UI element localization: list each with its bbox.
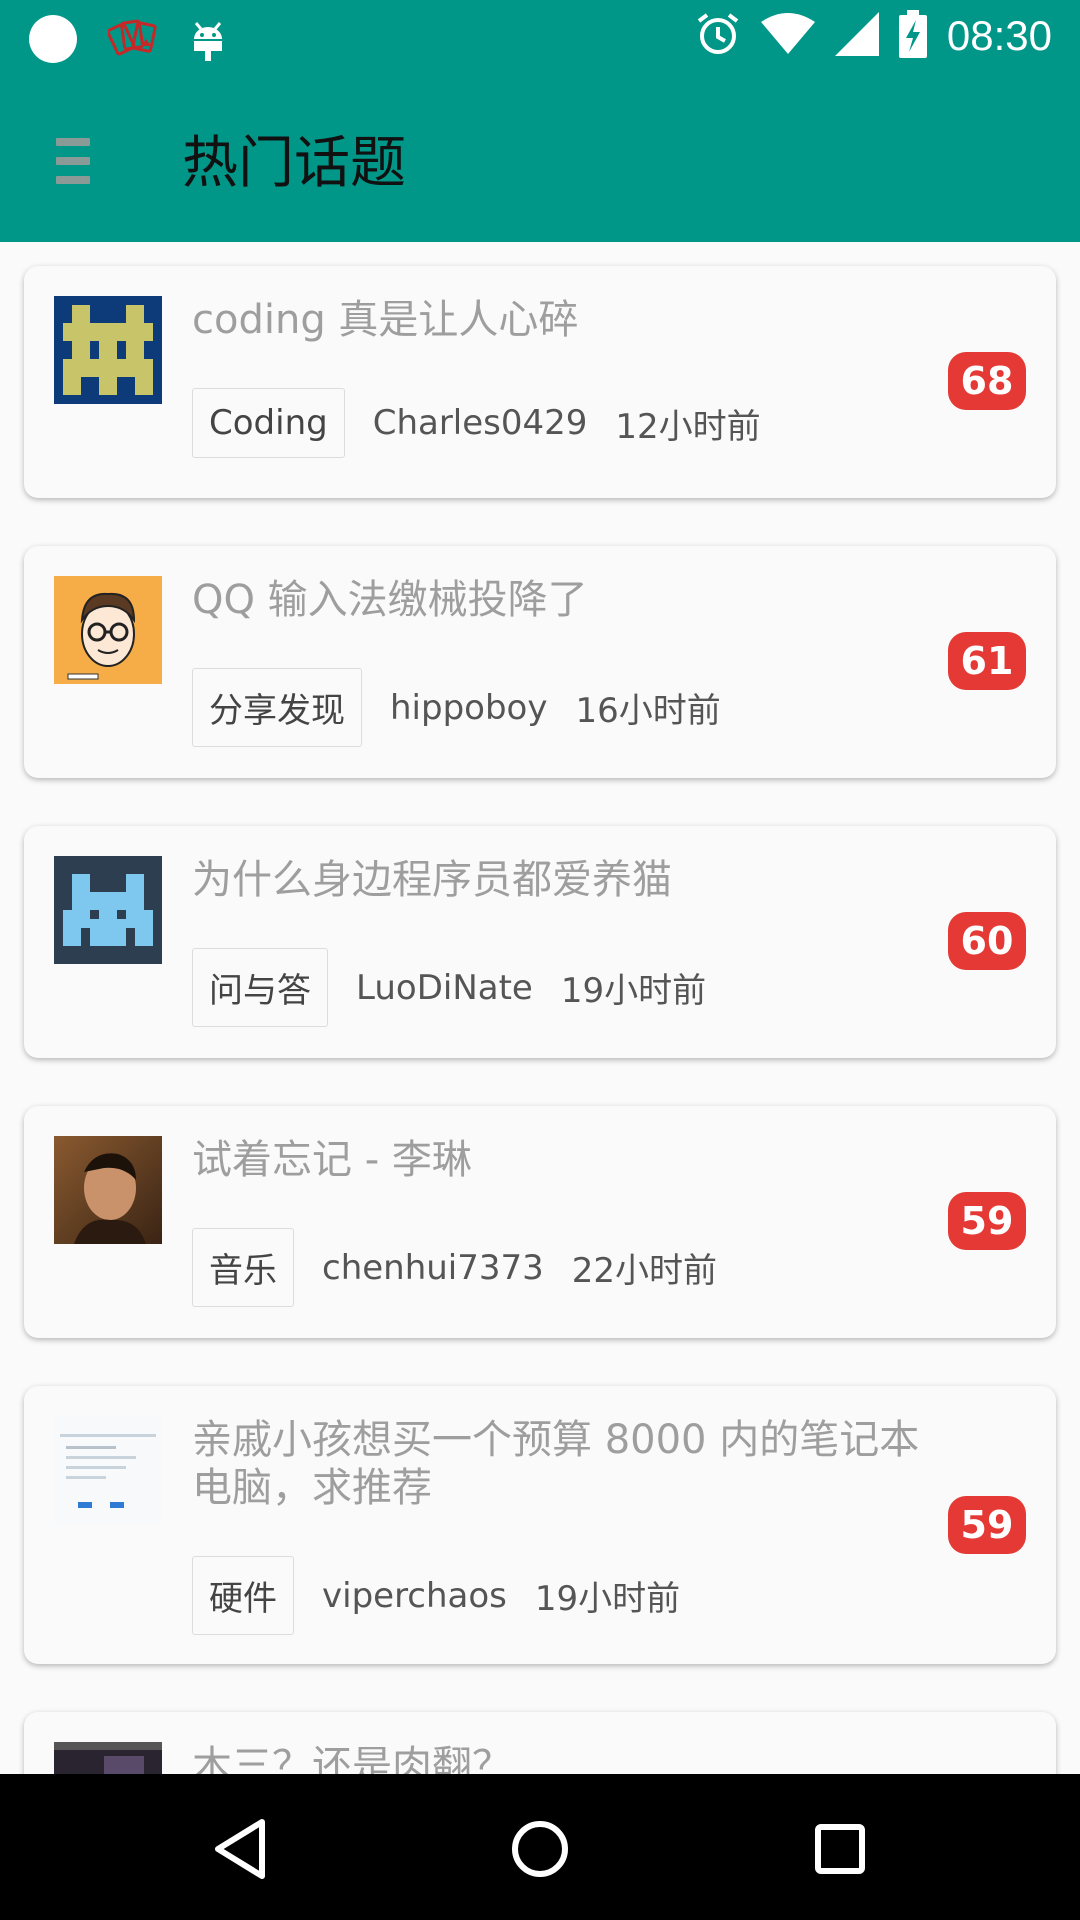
topic-time: 16小时前 <box>575 691 721 731</box>
topic-tag[interactable]: 问与答 <box>192 948 328 1027</box>
topic-time: 19小时前 <box>534 1579 681 1619</box>
reply-count-badge: 61 <box>948 632 1026 690</box>
menu-icon[interactable] <box>56 138 90 184</box>
reply-count-badge: 60 <box>948 912 1026 970</box>
android-icon <box>188 15 228 67</box>
back-icon[interactable] <box>206 1814 276 1884</box>
avatar[interactable] <box>54 1416 162 1524</box>
alarm-icon <box>695 11 741 61</box>
topic-author[interactable]: LuoDiNate <box>356 968 533 1008</box>
cards-icon <box>106 16 158 66</box>
avatar[interactable] <box>54 296 162 404</box>
circle-icon <box>28 14 78 68</box>
wifi-icon <box>760 12 815 60</box>
topic-card[interactable]: 亲戚小孩想买一个预算 8000 内的笔记本电脑，求推荐 硬件 viperchao… <box>24 1386 1056 1664</box>
topic-title[interactable]: QQ 输入法缴械投降了 <box>192 576 922 624</box>
recents-icon[interactable] <box>805 1814 875 1884</box>
app-bar: 热门话题 <box>0 76 1080 242</box>
topic-author[interactable]: viperchaos <box>322 1576 507 1616</box>
topic-list[interactable]: coding 真是让人心碎 Coding Charles0429 12小时前 6… <box>0 242 1080 1774</box>
home-icon[interactable] <box>505 1814 575 1884</box>
topic-time: 22小时前 <box>571 1251 718 1291</box>
status-bar: 08:30 <box>0 0 1080 76</box>
page-title: 热门话题 <box>182 131 406 196</box>
clock-time: 08:30 <box>946 12 1052 59</box>
topic-time: 12小时前 <box>615 406 761 447</box>
avatar[interactable] <box>54 1136 162 1244</box>
topic-author[interactable]: hippoboy <box>390 688 547 728</box>
topic-title[interactable]: 亲戚小孩想买一个预算 8000 内的笔记本电脑，求推荐 <box>192 1416 922 1512</box>
reply-count-badge: 59 <box>948 1192 1026 1250</box>
signal-icon <box>834 12 879 60</box>
topic-title[interactable]: 为什么身边程序员都爱养猫 <box>192 856 922 904</box>
battery-charging-icon <box>898 10 927 62</box>
topic-title[interactable]: 试着忘记 - 李琳 <box>192 1136 922 1184</box>
topic-card[interactable]: 为什么身边程序员都爱养猫 问与答 LuoDiNate 19小时前 60 <box>24 826 1056 1058</box>
topic-card[interactable]: 试着忘记 - 李琳 音乐 chenhui7373 22小时前 59 <box>24 1106 1056 1338</box>
avatar[interactable] <box>54 576 162 684</box>
topic-author[interactable]: Charles0429 <box>373 403 588 443</box>
topic-card[interactable]: coding 真是让人心碎 Coding Charles0429 12小时前 6… <box>24 266 1056 498</box>
avatar[interactable] <box>54 856 162 964</box>
topic-title[interactable]: 木三？还是肉翻？ <box>192 1742 922 1774</box>
topic-tag[interactable]: 硬件 <box>192 1556 294 1635</box>
avatar[interactable] <box>54 1742 162 1774</box>
reply-count-badge: 59 <box>948 1496 1026 1554</box>
topic-card[interactable]: QQ 输入法缴械投降了 分享发现 hippoboy 16小时前 61 <box>24 546 1056 778</box>
topic-title[interactable]: coding 真是让人心碎 <box>192 296 922 344</box>
topic-tag[interactable]: Coding <box>192 388 345 458</box>
reply-count-badge: 68 <box>948 352 1026 410</box>
topic-tag[interactable]: 分享发现 <box>192 668 362 747</box>
topic-time: 19小时前 <box>560 971 707 1011</box>
navigation-bar <box>0 1774 1080 1920</box>
topic-author[interactable]: chenhui7373 <box>322 1248 544 1288</box>
topic-card[interactable]: 木三？还是肉翻？ <box>24 1712 1056 1774</box>
topic-tag[interactable]: 音乐 <box>192 1228 294 1307</box>
